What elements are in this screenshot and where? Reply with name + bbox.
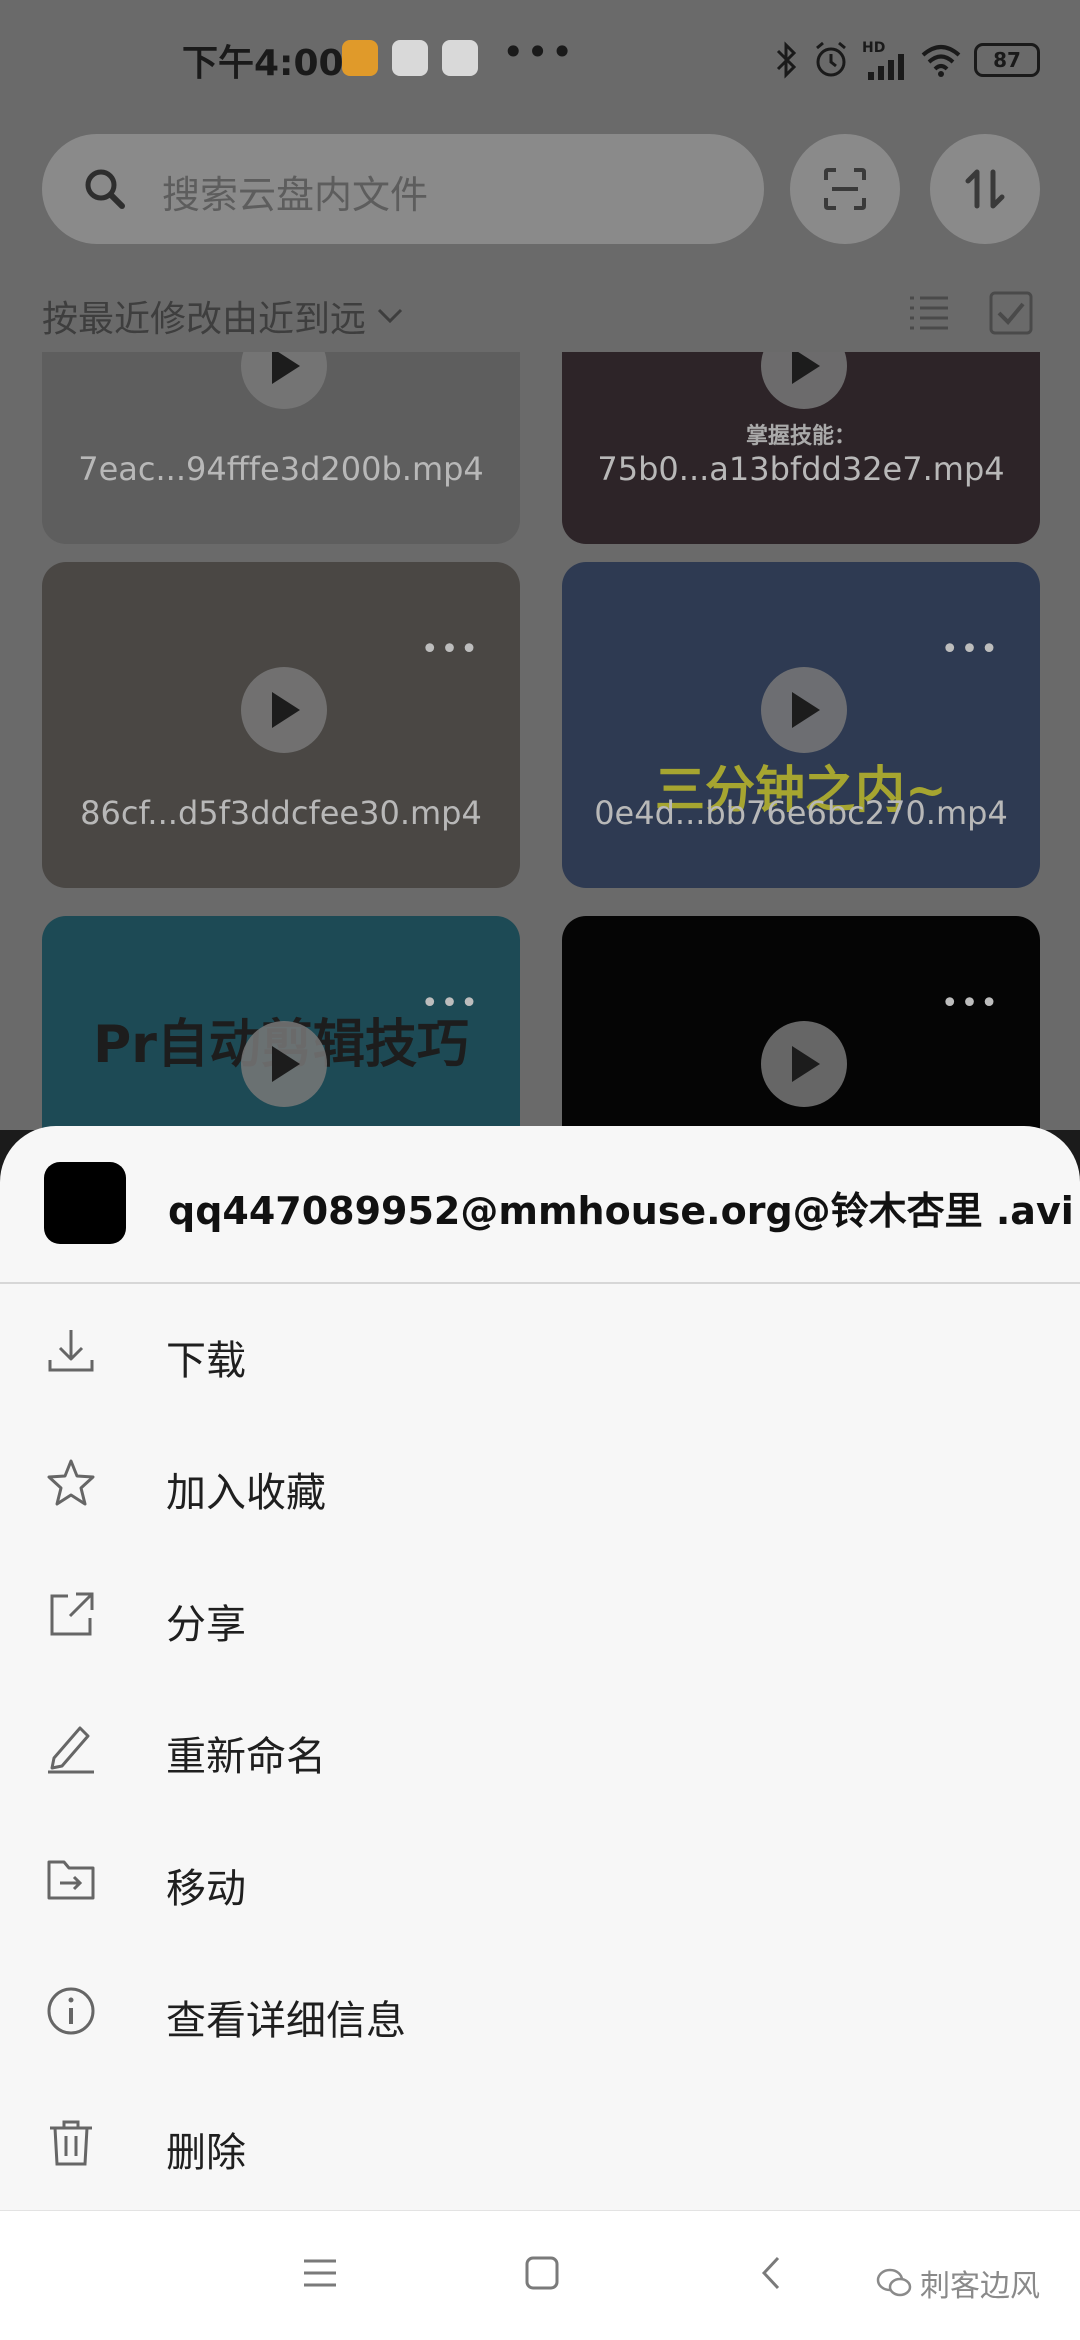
watermark-text: 刺客边风 [920,2269,1040,2304]
alarm-icon [816,41,846,77]
action-delete[interactable]: 删除 [0,2076,1080,2208]
menu-icon[interactable] [302,2255,338,2291]
video-tile[interactable]: ••• [562,916,1040,1130]
action-label: 查看详细信息 [166,1998,406,2044]
video-filename: 0e4d...bb76e6bc270.mp4 [594,794,1008,832]
sheet-header: qq447089952@mmhouse.org@铃木杏里 .avi [0,1126,1080,1284]
action-download[interactable]: 下载 [0,1284,1080,1416]
status-bar: 下午4:00 ••• HD 87 [0,0,1080,120]
home-icon[interactable] [524,2255,560,2291]
search-input[interactable]: 搜索云盘内文件 [42,134,764,244]
action-label: 重新命名 [166,1734,326,1780]
action-move[interactable]: 移动 [0,1812,1080,1944]
action-label: 下载 [166,1338,246,1384]
video-tile[interactable]: ••• Pr自动剪辑技巧 [42,916,520,1130]
play-icon [761,1021,847,1107]
action-rename[interactable]: 重新命名 [0,1680,1080,1812]
file-name: qq447089952@mmhouse.org@铃木杏里 .avi [168,1189,1074,1233]
play-icon [241,1021,327,1107]
pencil-icon [48,1726,94,1774]
video-tile[interactable]: 7eac...94fffe3d200b.mp4 [42,352,520,544]
search-placeholder: 搜索云盘内文件 [162,173,429,217]
file-grid: 7eac...94fffe3d200b.mp4 掌握技能： 75b0...a13… [0,352,1080,1130]
video-tile[interactable]: ••• 86cf...d5f3ddcfee30.mp4 [42,562,520,888]
battery-indicator: 87 [974,43,1040,77]
star-icon [47,1459,95,1506]
sort-dropdown[interactable]: 按最近修改由近到远 [42,290,404,342]
play-icon [761,352,847,409]
scan-icon [824,168,866,210]
video-filename: 86cf...d5f3ddcfee30.mp4 [80,794,482,832]
notification-app-icon [342,40,378,76]
more-options-icon[interactable]: ••• [941,986,1000,1021]
action-label: 分享 [166,1602,246,1648]
action-label: 加入收藏 [166,1470,326,1516]
share-icon [50,1592,94,1636]
app-screen: 下午4:00 ••• HD 87 搜索云盘内文件 按最近修改由近到远 7eac.… [0,0,1080,2340]
action-add-favorite[interactable]: 加入收藏 [0,1416,1080,1548]
video-filename: 75b0...a13bfdd32e7.mp4 [597,450,1005,488]
transfer-button[interactable] [930,134,1040,244]
play-icon [241,667,327,753]
sort-label: 按最近修改由近到远 [42,299,367,340]
more-notifications-icon: ••• [502,30,576,74]
more-options-icon[interactable]: ••• [421,632,480,667]
wechat-icon [876,2268,912,2297]
more-options-icon[interactable]: ••• [941,632,1000,667]
trash-icon [50,2120,92,2166]
move-folder-icon [47,1860,95,1900]
cellular-signal-icon: HD [862,40,908,80]
file-actions-sheet: qq447089952@mmhouse.org@铃木杏里 .avi 下载 加入收… [0,1126,1080,2340]
select-checkbox-icon[interactable] [988,290,1034,336]
video-tile[interactable]: 掌握技能： 75b0...a13bfdd32e7.mp4 [562,352,1040,544]
bluetooth-icon [776,41,797,79]
play-icon [241,352,327,409]
notification-app-icon [392,40,428,76]
system-nav-bar: 刺客边风 [0,2210,1080,2340]
list-view-icon[interactable] [906,290,952,336]
action-view-details[interactable]: 查看详细信息 [0,1944,1080,2076]
search-icon [85,169,125,209]
action-label: 移动 [166,1866,246,1912]
video-filename: 7eac...94fffe3d200b.mp4 [78,450,484,488]
play-icon [761,667,847,753]
video-overlay-text: 掌握技能： [745,424,856,449]
scan-button[interactable] [790,134,900,244]
action-label: 删除 [166,2130,246,2176]
notification-app-icon [442,40,478,76]
transfer-arrows-icon [965,169,1005,209]
status-time: 下午4:00 [182,43,344,84]
action-share[interactable]: 分享 [0,1548,1080,1680]
wifi-icon [921,45,961,77]
file-thumbnail [44,1162,126,1244]
chevron-down-icon [377,308,403,324]
back-icon[interactable] [754,2255,790,2291]
download-icon [48,1330,94,1372]
cloud-drive-page: 下午4:00 ••• HD 87 搜索云盘内文件 按最近修改由近到远 7eac.… [0,0,1080,1130]
video-tile[interactable]: ••• 三分钟之内~ 0e4d...bb76e6bc270.mp4 [562,562,1040,888]
info-icon [47,1987,95,2035]
watermark: 刺客边风 [876,2261,1040,2305]
